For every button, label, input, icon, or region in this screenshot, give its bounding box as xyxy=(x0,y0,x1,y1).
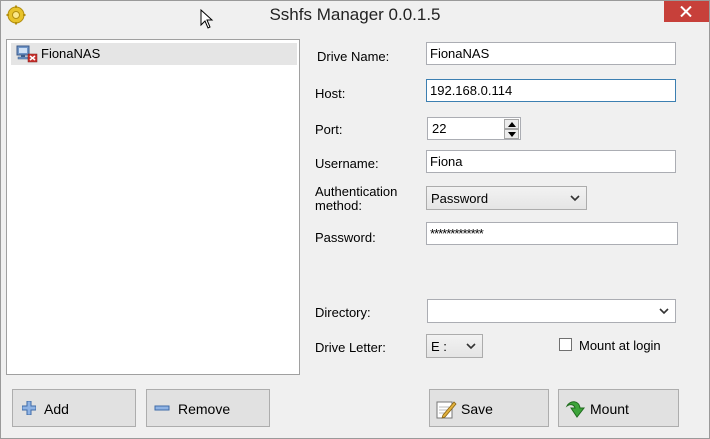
edit-document-icon xyxy=(436,401,457,419)
drive-name-input[interactable] xyxy=(426,42,676,65)
chevron-down-icon xyxy=(570,195,580,202)
port-stepper[interactable]: 22 xyxy=(427,117,521,140)
mount-button-label: Mount xyxy=(590,401,629,417)
auth-method-label: Authentication method: xyxy=(315,184,398,213)
remove-button-label: Remove xyxy=(178,401,231,417)
drive-letter-label: Drive Letter: xyxy=(315,340,386,355)
app-window: Sshfs Manager 0.0.1.5 FionaNAS Drive Nam… xyxy=(0,0,710,439)
port-increment-button[interactable] xyxy=(504,119,519,129)
auth-method-value: Password xyxy=(431,191,489,206)
list-item-label: FionaNAS xyxy=(41,46,101,61)
mouse-cursor-icon xyxy=(200,9,214,29)
add-button[interactable]: Add xyxy=(12,389,136,427)
port-label: Port: xyxy=(315,122,343,137)
remove-button[interactable]: Remove xyxy=(146,389,270,427)
host-label: Host: xyxy=(315,86,346,101)
auth-method-select[interactable]: Password xyxy=(426,186,587,210)
chevron-down-icon xyxy=(659,308,669,315)
save-button[interactable]: Save xyxy=(429,389,549,427)
arrow-up-icon xyxy=(508,122,516,127)
mount-at-login-checkbox[interactable] xyxy=(559,338,572,351)
window-title: Sshfs Manager 0.0.1.5 xyxy=(269,5,441,24)
list-item[interactable]: FionaNAS xyxy=(11,43,297,65)
add-button-label: Add xyxy=(44,401,69,417)
curved-arrow-down-icon xyxy=(565,401,586,418)
drive-letter-select[interactable]: E : xyxy=(426,334,483,358)
username-label: Username: xyxy=(315,156,379,171)
mount-button[interactable]: Mount xyxy=(558,389,679,427)
arrow-down-icon xyxy=(508,132,516,137)
minus-icon xyxy=(154,405,170,411)
password-input[interactable] xyxy=(426,222,678,245)
port-value: 22 xyxy=(432,121,447,136)
password-label: Password: xyxy=(315,230,376,245)
plus-icon xyxy=(22,401,36,415)
title-bar[interactable]: Sshfs Manager 0.0.1.5 xyxy=(1,1,709,31)
close-icon xyxy=(680,6,692,17)
mount-at-login-label[interactable]: Mount at login xyxy=(579,339,661,353)
username-input[interactable] xyxy=(426,150,676,173)
save-button-label: Save xyxy=(461,401,493,417)
drive-letter-value: E : xyxy=(431,339,447,354)
close-button[interactable] xyxy=(664,1,709,22)
connection-list[interactable]: FionaNAS xyxy=(6,39,300,375)
drive-name-label: Drive Name: xyxy=(317,49,390,64)
network-drive-disconnected-icon xyxy=(16,45,38,63)
host-input[interactable] xyxy=(426,79,676,102)
port-decrement-button[interactable] xyxy=(504,129,519,139)
directory-label: Directory: xyxy=(315,305,371,320)
directory-select[interactable] xyxy=(427,299,676,323)
chevron-down-icon xyxy=(466,343,476,350)
